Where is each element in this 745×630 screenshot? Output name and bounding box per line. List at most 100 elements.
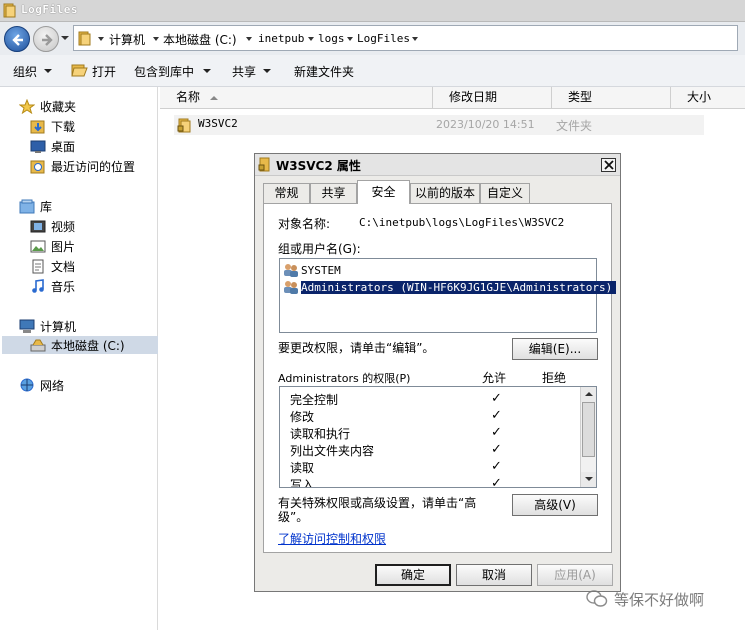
allow-check-icon: ✓ [491,425,502,440]
locked-folder-icon [177,118,191,133]
ok-button[interactable]: 确定 [375,564,451,586]
breadcrumb-computer[interactable]: 计算机 [109,31,145,48]
tab-sharing[interactable]: 共享 [310,183,357,203]
nav-network[interactable]: 网络 [19,376,64,394]
column-type[interactable]: 类型 [552,87,671,109]
folder-icon [3,3,16,18]
column-size[interactable]: 大小 [671,87,745,109]
allow-check-icon: ✓ [491,459,502,474]
breadcrumb-inetpub[interactable]: inetpub [258,32,304,45]
dialog-title: W3SVC2 属性 [276,159,361,173]
open-folder-icon [71,64,88,77]
tab-customize[interactable]: 自定义 [480,183,530,203]
object-name-label: 对象名称: [278,217,331,231]
scroll-thumb[interactable] [582,402,595,457]
nav-videos-label: 视频 [51,219,76,234]
nav-music[interactable]: 音乐 [30,277,75,295]
arrow-down-icon [585,477,593,481]
column-type-label: 类型 [568,90,593,104]
permissions-listbox[interactable]: 完全控制 ✓ 修改 ✓ 读取和执行 ✓ 列出文件夹内容 ✓ 读取 ✓ 写入 ✓ [279,386,597,488]
wechat-icon [586,590,608,607]
open-button[interactable]: 打开 [92,63,116,80]
user-item-system[interactable]: SYSTEM [283,262,341,278]
window-title: LogFiles [21,3,78,16]
forward-button[interactable] [33,26,59,52]
column-name[interactable]: 名称 [160,87,433,109]
tab-general[interactable]: 常规 [263,183,310,203]
address-bar[interactable]: 计算机 本地磁盘 (C:) inetpub logs LogFiles [73,25,738,51]
organize-button[interactable]: 组织 [13,63,37,80]
nav-recent-places[interactable]: 最近访问的位置 [30,157,135,175]
document-icon [32,259,44,273]
nav-documents[interactable]: 文档 [30,257,75,275]
nav-favorites[interactable]: 收藏夹 [19,97,76,115]
nav-desktop[interactable]: 桌面 [30,137,75,155]
drive-icon [30,339,46,351]
permission-name: 读取 [290,461,315,475]
scroll-up-button[interactable] [581,387,596,402]
nav-recent-label: 最近访问的位置 [51,159,136,174]
tab-previous-versions[interactable]: 以前的版本 [410,183,480,203]
nav-computer[interactable]: 计算机 [19,317,76,335]
scroll-down-button[interactable] [581,472,596,487]
nav-videos[interactable]: 视频 [30,217,75,235]
share-button[interactable]: 共享 [232,63,256,80]
apply-button[interactable]: 应用(A) [537,564,613,586]
breadcrumb-logs[interactable]: logs [318,32,345,45]
advanced-button[interactable]: 高级(V) [512,494,598,516]
file-type: 文件夹 [556,119,593,133]
sort-ascending-icon [210,96,218,100]
column-modified-label: 修改日期 [449,90,498,104]
tab-security[interactable]: 安全 [357,180,410,204]
user-item-administrators[interactable]: Administrators (WIN-HF6K9JG1GJE\Administ… [283,279,617,295]
recent-places-icon [30,160,45,173]
new-folder-button[interactable]: 新建文件夹 [294,63,354,80]
chevron-down-icon[interactable] [412,37,418,41]
group-user-label: 组或用户名(G): [278,242,361,256]
nav-libraries[interactable]: 库 [19,197,52,215]
navigation-pane: 收藏夹 下载 桌面 最近访问的位置 库 视频 图片 文档 音乐 计算机 本地磁盘… [0,87,158,630]
nav-computer-label: 计算机 [40,319,77,334]
chevron-down-icon [263,69,271,73]
chevron-down-icon[interactable] [246,37,252,41]
permissions-scrollbar[interactable] [580,387,596,487]
user-name: SYSTEM [301,263,341,277]
list-item[interactable]: W3SVC2 2023/10/20 14:51 文件夹 [174,115,704,135]
picture-icon [30,240,46,252]
chevron-down-icon[interactable] [308,37,314,41]
chevron-down-icon[interactable] [347,37,353,41]
nav-pictures-label: 图片 [51,239,76,254]
nav-pictures[interactable]: 图片 [30,237,75,255]
close-button[interactable] [601,158,616,172]
nav-favorites-label: 收藏夹 [40,99,77,114]
chevron-down-icon[interactable] [98,37,104,41]
edit-button[interactable]: 编辑(E)... [512,338,598,360]
cancel-button[interactable]: 取消 [456,564,532,586]
breadcrumb-local-disk[interactable]: 本地磁盘 (C:) [163,31,237,48]
allow-check-icon: ✓ [491,408,502,423]
nav-downloads-label: 下载 [51,119,76,134]
nav-local-disk[interactable]: 本地磁盘 (C:) [2,336,158,354]
recent-pages-dropdown[interactable] [61,36,69,40]
command-toolbar: 组织 打开 包含到库中 共享 新建文件夹 [0,55,745,87]
deny-column-header: 拒绝 [542,371,567,385]
arrow-left-icon [12,34,23,46]
nav-downloads[interactable]: 下载 [30,117,75,135]
music-icon [32,278,44,293]
access-control-help-link[interactable]: 了解访问控制和权限 [278,530,386,547]
arrow-right-icon [42,34,53,46]
breadcrumb-logfiles[interactable]: LogFiles [357,32,410,45]
file-name: W3SVC2 [198,117,238,130]
user-listbox[interactable]: SYSTEM Administrators (WIN-HF6K9JG1GJE\A… [279,258,617,333]
permission-row: 读取和执行 ✓ [290,424,580,441]
back-button[interactable] [4,26,30,52]
allow-column-header: 允许 [482,371,507,385]
nav-documents-label: 文档 [51,259,76,274]
include-in-library-button[interactable]: 包含到库中 [134,63,194,80]
dialog-titlebar: W3SVC2 属性 [255,154,620,176]
video-icon [30,220,46,232]
chevron-down-icon[interactable] [153,37,159,41]
column-modified[interactable]: 修改日期 [433,87,552,109]
star-icon [19,98,35,114]
library-icon [19,199,35,213]
